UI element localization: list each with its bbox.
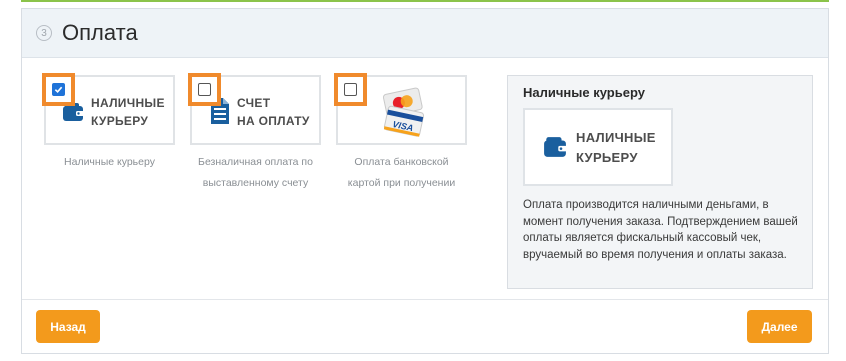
logo-line: СЧЕТ [237, 96, 271, 110]
payment-panel: 3 Оплата НАЛИЧНЫЕ КУРЬЕРУ Наличные курье… [21, 8, 829, 354]
detail-logo: НАЛИЧНЫЕ КУРЬЕРУ [523, 108, 673, 186]
checkbox-card[interactable] [344, 83, 357, 96]
checkbox-frame-invoice[interactable] [188, 73, 221, 106]
checkbox-invoice[interactable] [198, 83, 211, 96]
checkbox-frame-cash[interactable] [42, 73, 75, 106]
caption-line: картой при получении [347, 177, 456, 189]
logo-line: КУРЬЕРУ [91, 114, 149, 128]
detail-description: Оплата производится наличными деньгами, … [523, 199, 798, 261]
footer-divider [22, 299, 828, 300]
caption-line: Наличные курьеру [64, 156, 155, 168]
option-logo-text: СЧЕТ НА ОПЛАТУ [237, 94, 310, 130]
detail-logo-text: НАЛИЧНЫЕ КУРЬЕРУ [576, 128, 656, 168]
back-button[interactable]: Назад [36, 310, 100, 343]
payment-detail-panel: Наличные курьеру НАЛИЧНЫЕ КУРЬЕРУ Оплата… [507, 75, 813, 289]
credit-cards-icon: VISA [382, 87, 425, 137]
logo-line: НАЛИЧНЫЕ [576, 130, 656, 145]
top-accent-line [21, 0, 829, 2]
checkbox-cash[interactable] [52, 83, 65, 96]
step-number: 3 [36, 25, 52, 41]
option-caption-card: Оплата банковской картой при получении [331, 152, 472, 194]
detail-title: Наличные курьеру [523, 85, 645, 100]
option-caption-invoice: Безналичная оплата по выставленному счет… [185, 152, 326, 194]
caption-line: Оплата банковской [354, 156, 449, 168]
page-title: Оплата [62, 20, 138, 45]
wallet-icon [544, 137, 567, 157]
panel-header: 3 Оплата [22, 9, 828, 58]
logo-line: КУРЬЕРУ [576, 150, 638, 165]
checkbox-frame-card[interactable] [334, 73, 367, 106]
next-button[interactable]: Далее [747, 310, 812, 343]
option-caption-cash: Наличные курьеру [44, 152, 175, 173]
logo-line: НА ОПЛАТУ [237, 114, 310, 128]
caption-line: выставленному счету [202, 177, 309, 189]
logo-line: НАЛИЧНЫЕ [91, 96, 165, 110]
option-logo-text: НАЛИЧНЫЕ КУРЬЕРУ [91, 94, 165, 130]
caption-line: Безналичная оплата по [198, 156, 313, 168]
checkmark-icon [54, 86, 63, 94]
